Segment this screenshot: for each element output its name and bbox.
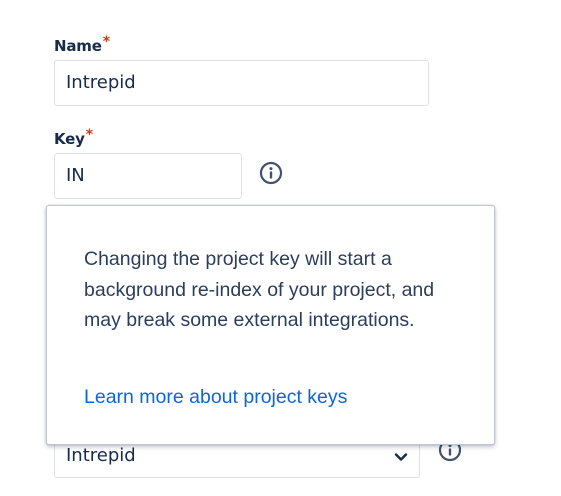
key-required-mark: *	[85, 127, 93, 143]
key-input[interactable]: IN	[54, 153, 242, 199]
name-input-value: Intrepid	[66, 72, 136, 93]
name-required-mark: *	[102, 34, 110, 50]
key-label-text: Key	[54, 130, 85, 148]
key-label: Key*	[54, 127, 93, 148]
info-icon[interactable]	[259, 161, 283, 185]
key-input-value: IN	[66, 165, 85, 186]
name-label-text: Name	[54, 37, 102, 55]
project-key-popover: Changing the project key will start a ba…	[46, 205, 495, 445]
info-icon-graphic	[259, 161, 283, 185]
name-label: Name*	[54, 34, 110, 55]
learn-more-link[interactable]: Learn more about project keys	[84, 382, 347, 412]
chevron-down-icon	[394, 453, 408, 461]
name-input[interactable]: Intrepid	[54, 60, 429, 106]
popover-message: Changing the project key will start a ba…	[84, 248, 435, 331]
